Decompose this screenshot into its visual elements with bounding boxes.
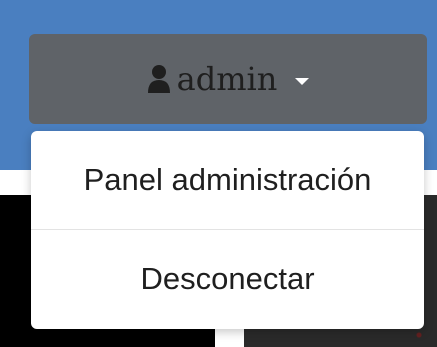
user-menu-label: admin <box>176 60 278 98</box>
user-dropdown-menu: Panel administración Desconectar <box>31 131 424 329</box>
menu-item-admin-panel[interactable]: Panel administración <box>31 131 424 229</box>
user-icon <box>147 64 171 94</box>
menu-item-logout[interactable]: Desconectar <box>31 230 424 328</box>
user-menu-toggle[interactable]: admin <box>29 34 427 124</box>
caret-down-icon <box>295 77 310 85</box>
